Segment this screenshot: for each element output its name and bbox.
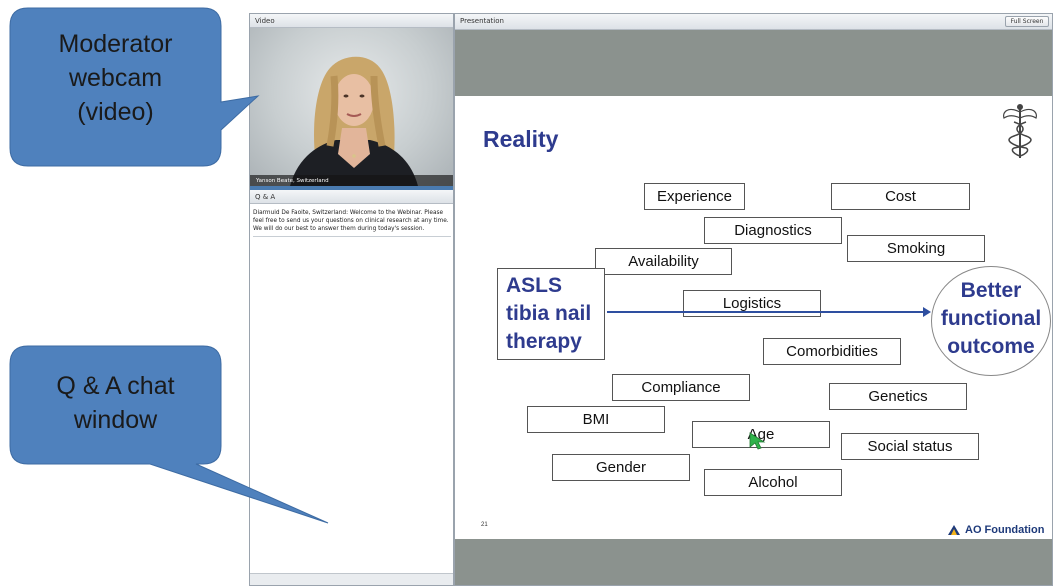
factor-alcohol: Alcohol	[704, 469, 842, 496]
slide-number: 21	[481, 522, 488, 528]
slide: Reality Experience Cost Diagnostics Smok…	[455, 96, 1052, 539]
outcome-line-3: outcome	[947, 335, 1035, 358]
ao-logo-text: AO Foundation	[965, 524, 1045, 536]
factor-compliance: Compliance	[612, 374, 750, 401]
caduceus-icon	[1003, 104, 1037, 158]
cursor-pointer-icon	[749, 432, 766, 450]
slide-title: Reality	[483, 126, 559, 152]
factor-availability: Availability	[595, 248, 732, 275]
therapy-line-1: ASLS	[506, 274, 563, 297]
factor-diagnostics: Diagnostics	[704, 217, 842, 244]
arrow-head	[923, 307, 931, 317]
fullscreen-button[interactable]: Full Screen	[1005, 16, 1049, 27]
webcam-callout-line-2: webcam	[68, 64, 163, 92]
slide-margin-top	[455, 30, 1052, 96]
outcome-line-2: functional	[940, 307, 1042, 330]
chat-callout-line-1: Q & A chat	[56, 372, 175, 400]
outcome-line-1: Better	[960, 279, 1022, 302]
webcam-callout-line-3: (video)	[77, 98, 154, 126]
chat-callout-line-2: window	[73, 406, 158, 434]
factor-cost: Cost	[831, 183, 970, 210]
factor-bmi: BMI	[527, 406, 665, 433]
presentation-panel: Presentation Full Screen Reality Experie…	[454, 13, 1053, 586]
chat-callout: Q & A chat window	[10, 369, 221, 437]
therapy-line-2: tibia nail	[506, 302, 592, 325]
therapy-box: ASLS tibia nail therapy	[497, 268, 605, 360]
therapy-line-3: therapy	[506, 330, 582, 353]
webcam-callout: Moderator webcam (video)	[10, 27, 221, 129]
outcome-circle: Better functional outcome	[931, 266, 1051, 376]
slide-margin-bottom	[455, 539, 1052, 585]
factor-social-status: Social status	[841, 433, 979, 460]
ao-logo-icon	[948, 525, 960, 535]
ao-foundation-logo: AO Foundation	[947, 524, 1044, 536]
factor-gender: Gender	[552, 454, 690, 481]
factor-experience: Experience	[644, 183, 745, 210]
presentation-header: Presentation Full Screen	[455, 14, 1052, 30]
factor-genetics: Genetics	[829, 383, 967, 410]
webcam-callout-line-1: Moderator	[58, 30, 173, 58]
arrow-line	[607, 311, 927, 313]
factor-smoking: Smoking	[847, 235, 985, 262]
presentation-title: Presentation	[460, 17, 504, 25]
factor-comorbidities: Comorbidities	[763, 338, 901, 365]
